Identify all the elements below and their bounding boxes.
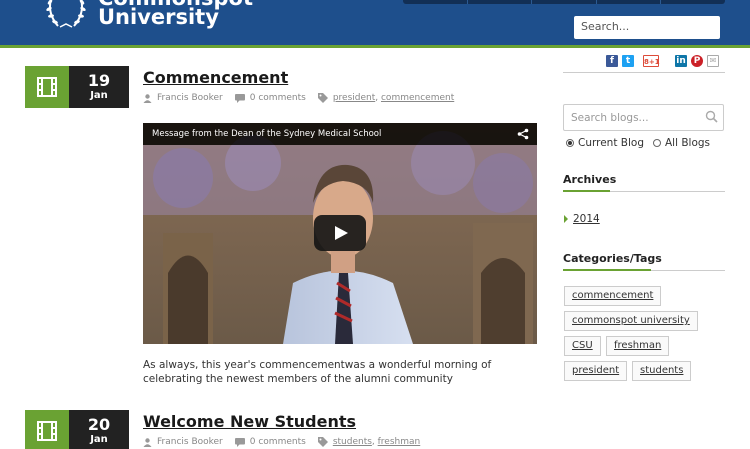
archive-year-link[interactable]: 2014 [573, 213, 600, 225]
facebook-icon[interactable]: f [606, 55, 618, 67]
nav-item[interactable] [532, 0, 597, 4]
google-plus-icon[interactable]: 8+1 [643, 55, 660, 67]
search-icon[interactable] [705, 110, 718, 123]
post-month: Jan [90, 90, 108, 101]
linkedin-icon[interactable]: in [675, 55, 687, 67]
post-author: Francis Booker [157, 437, 223, 447]
nav-item[interactable] [468, 0, 533, 4]
nav-item[interactable] [661, 0, 725, 4]
post-comments-link[interactable]: 0 comments [250, 93, 306, 103]
nav-item[interactable] [403, 0, 468, 4]
pinterest-icon[interactable]: P [691, 55, 703, 67]
main-navigation [403, 0, 725, 4]
video-player[interactable]: Message from the Dean of the Sydney Medi… [143, 123, 537, 344]
post-date-badge: 20 Jan [25, 410, 129, 449]
tag-link[interactable]: CSU [564, 336, 601, 356]
all-blogs-radio[interactable] [652, 139, 661, 147]
film-icon [25, 410, 69, 449]
archive-item: 2014 [564, 213, 600, 225]
all-blogs-label: All Blogs [664, 137, 711, 149]
post-meta: Francis Booker 0 comments president, com… [143, 93, 454, 103]
comment-icon [234, 437, 245, 447]
header-accent-stripe [0, 45, 750, 48]
social-divider [563, 72, 725, 73]
film-icon [25, 66, 69, 108]
post-tag-link[interactable]: president [333, 93, 375, 103]
current-blog-label: Current Blog [578, 137, 644, 149]
post-date: 20 Jan [69, 410, 129, 449]
post-day: 20 [87, 415, 111, 434]
categories-accent [563, 269, 651, 271]
play-button[interactable] [314, 215, 366, 251]
social-share-bar: f t 8+1 in P ✉ [606, 55, 723, 67]
video-title[interactable]: Message from the Dean of the Sydney Medi… [152, 129, 381, 139]
post-excerpt: As always, this year's commencementwas a… [143, 359, 492, 385]
archives-heading: Archives [563, 173, 617, 186]
post-title-link[interactable]: Commencement [143, 68, 288, 87]
comment-icon [234, 93, 245, 103]
site-search-input[interactable]: Search... [574, 16, 720, 39]
site-header: Commonspot University Search... [0, 0, 750, 45]
tag-link[interactable]: freshman [606, 336, 670, 356]
blog-search-input[interactable]: Search blogs... [563, 104, 724, 131]
tag-icon [317, 437, 328, 447]
email-icon[interactable]: ✉ [707, 55, 719, 67]
post-tag-link[interactable]: commencement [381, 93, 454, 103]
post-date: 19 Jan [69, 66, 129, 108]
post-author: Francis Booker [157, 93, 223, 103]
post-tag-link[interactable]: freshman [378, 437, 421, 447]
current-blog-radio[interactable] [566, 139, 574, 147]
post-month: Jan [90, 434, 108, 445]
share-icon[interactable] [517, 128, 529, 140]
tag-link[interactable]: commencement [564, 286, 662, 306]
video-title-bar: Message from the Dean of the Sydney Medi… [143, 123, 537, 145]
tag-icon [317, 93, 328, 103]
twitter-icon[interactable]: t [622, 55, 634, 67]
nav-item[interactable] [597, 0, 662, 4]
university-wreath-logo[interactable] [42, 0, 90, 30]
tag-link[interactable]: president [564, 361, 628, 381]
spacer [663, 55, 671, 67]
tag-link[interactable]: students [632, 361, 692, 381]
post-meta: Francis Booker 0 comments students, fres… [143, 437, 420, 447]
post-title-link[interactable]: Welcome New Students [143, 412, 356, 431]
blog-scope-radios: Current Blog All Blogs [566, 137, 710, 149]
post-comments-link[interactable]: 0 comments [250, 437, 306, 447]
categories-heading: Categories/Tags [563, 252, 662, 265]
post-tag-link[interactable]: students [333, 437, 372, 447]
archives-accent [563, 190, 610, 192]
post-day: 19 [87, 71, 111, 90]
post-date-badge: 19 Jan [25, 66, 129, 108]
tag-link[interactable]: commonspot university [564, 311, 698, 331]
caret-right-icon [564, 215, 568, 223]
university-name[interactable]: University [98, 5, 219, 29]
user-icon [143, 93, 152, 103]
user-icon [143, 437, 152, 447]
